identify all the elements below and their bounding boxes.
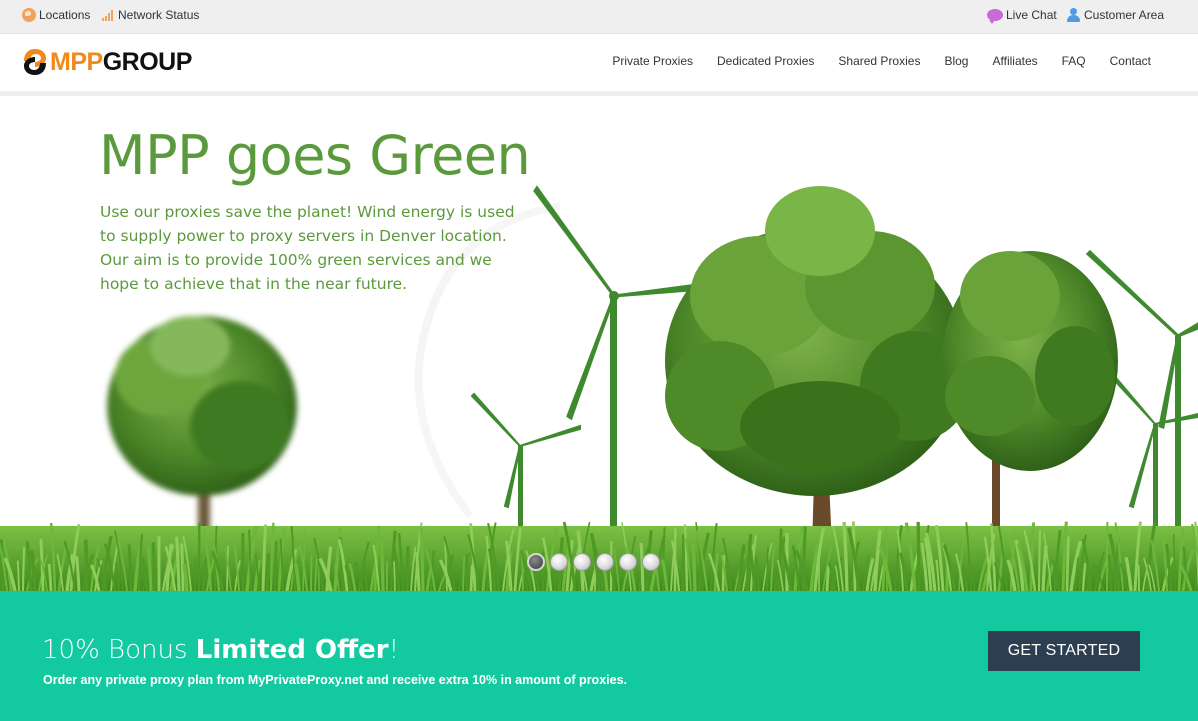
slider-dot-1[interactable] <box>527 553 545 571</box>
offer-title: 10% Bonus Limited Offer! <box>42 635 400 665</box>
offer-banner: 10% Bonus Limited Offer! Order any priva… <box>0 591 1198 721</box>
customer-area-link[interactable]: Customer Area <box>1067 8 1164 22</box>
site-header: MPPGROUP Private Proxies Dedicated Proxi… <box>0 34 1198 91</box>
main-nav: Private Proxies Dedicated Proxies Shared… <box>612 54 1151 68</box>
customer-area-label: Customer Area <box>1084 8 1165 22</box>
tree-left-blurred <box>107 316 297 546</box>
nav-contact[interactable]: Contact <box>1110 54 1151 68</box>
logo-mark-icon <box>22 47 48 77</box>
nav-affiliates[interactable]: Affiliates <box>992 54 1037 68</box>
network-status-label: Network Status <box>118 8 200 22</box>
slider-dot-2[interactable] <box>550 553 568 571</box>
slider-dot-4[interactable] <box>596 553 614 571</box>
hero-description: Use our proxies save the planet! Wind en… <box>100 203 515 293</box>
tree-center <box>665 186 970 546</box>
locations-link[interactable]: Locations <box>22 8 90 22</box>
signal-bars-icon <box>101 8 115 22</box>
tree-right <box>942 251 1118 526</box>
hero-title: MPP goes Green <box>99 124 531 187</box>
get-started-button[interactable]: GET STARTED <box>988 631 1140 671</box>
live-chat-link[interactable]: Live Chat <box>987 8 1057 24</box>
slider-dot-5[interactable] <box>619 553 637 571</box>
offer-title-bold: Limited Offer <box>195 635 389 665</box>
slider-dot-6[interactable] <box>642 553 660 571</box>
nav-shared-proxies[interactable]: Shared Proxies <box>838 54 920 68</box>
slider-dot-3[interactable] <box>573 553 591 571</box>
hero-slider: MPP goes Green Use our proxies save the … <box>0 96 1198 591</box>
live-chat-label: Live Chat <box>1006 8 1057 22</box>
slider-pagination <box>527 553 660 571</box>
user-icon <box>1067 8 1081 22</box>
nav-blog[interactable]: Blog <box>944 54 968 68</box>
nav-faq[interactable]: FAQ <box>1062 54 1086 68</box>
locations-label: Locations <box>39 8 91 22</box>
wind-turbine-small <box>470 392 581 541</box>
nav-private-proxies[interactable]: Private Proxies <box>612 54 693 68</box>
network-status-link[interactable]: Network Status <box>101 8 199 22</box>
globe-icon <box>22 8 36 22</box>
offer-subtitle: Order any private proxy plan from MyPriv… <box>43 673 627 687</box>
logo-wordmark: MPPGROUP <box>50 47 192 76</box>
site-logo[interactable]: MPPGROUP <box>22 47 192 77</box>
chat-bubble-icon <box>987 9 1003 24</box>
nav-dedicated-proxies[interactable]: Dedicated Proxies <box>717 54 814 68</box>
top-utility-bar: Locations Network Status Live Chat Custo… <box>0 0 1198 34</box>
